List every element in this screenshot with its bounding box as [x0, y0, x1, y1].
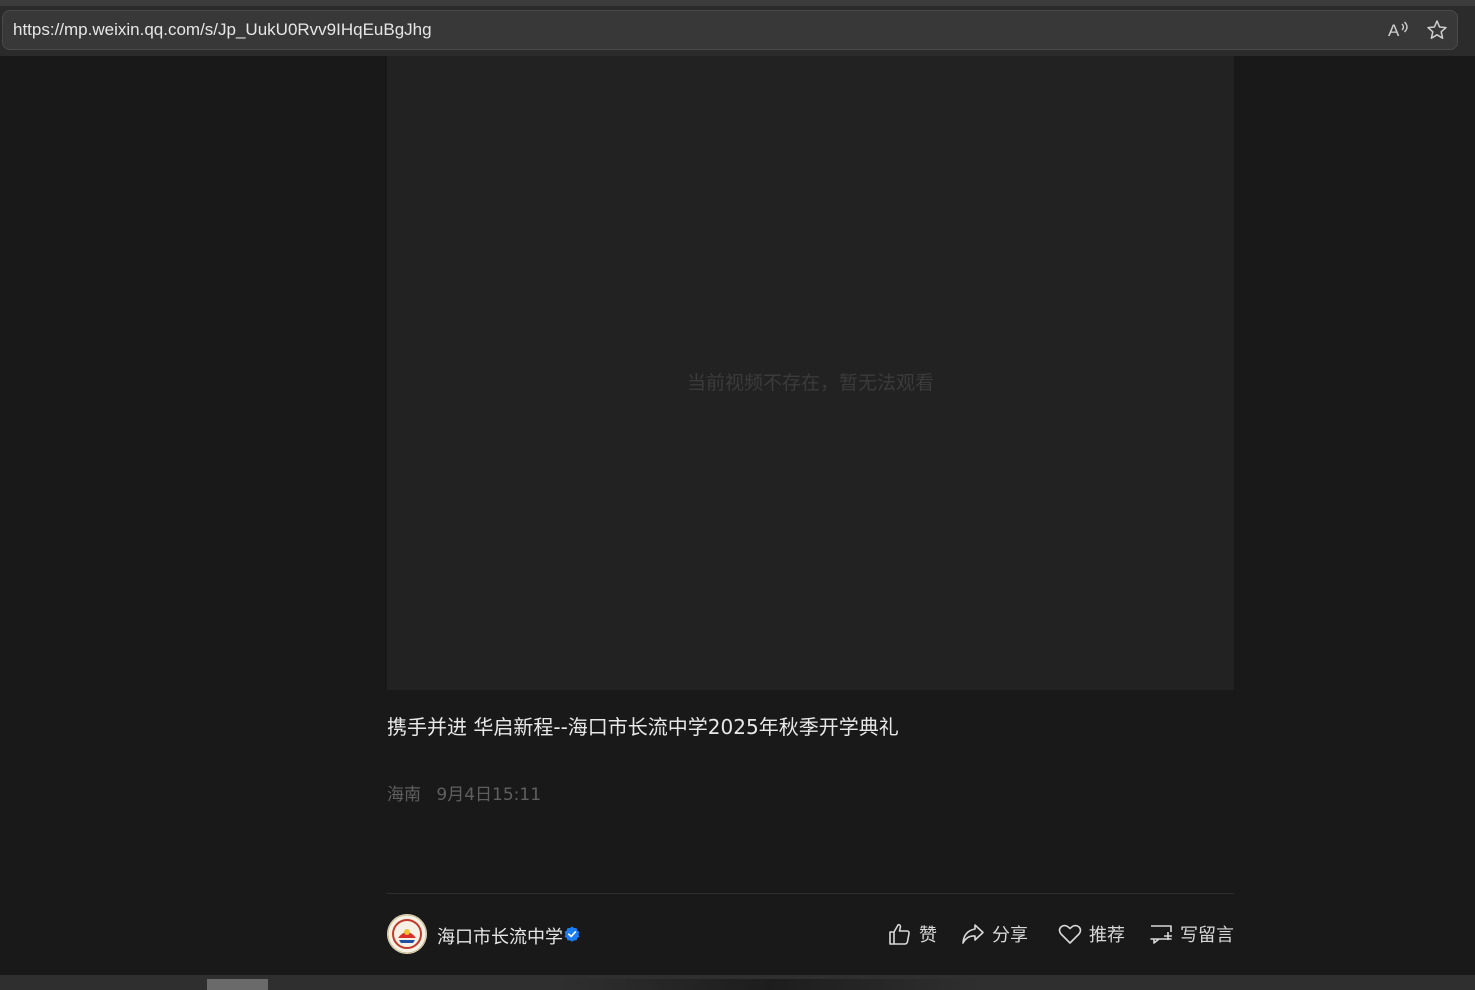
- account-avatar[interactable]: [387, 914, 427, 954]
- tab-strip: [0, 0, 1475, 6]
- thumbs-up-icon: [889, 923, 910, 945]
- share-icon: [962, 924, 984, 944]
- recommend-label: 推荐: [1089, 925, 1125, 946]
- article-location: 海南: [387, 785, 421, 805]
- url-text[interactable]: https://mp.weixin.qq.com/s/Jp_UukU0Rvv9I…: [13, 20, 432, 40]
- school-logo-icon: [387, 914, 427, 954]
- video-player[interactable]: 当前视频不存在，暂无法观看: [387, 56, 1234, 690]
- account-name[interactable]: 海口市长流中学: [437, 923, 563, 949]
- article-datetime: 9月4日15:11: [436, 785, 542, 805]
- star-icon[interactable]: [1426, 19, 1448, 41]
- recommend-button[interactable]: 推荐: [1057, 919, 1125, 949]
- article-title: 携手并进 华启新程--海口市长流中学2025年秋季开学典礼: [387, 715, 899, 739]
- article-footer: 海口市长流中学 赞 分享 推荐 写留言: [387, 914, 1234, 958]
- address-bar[interactable]: https://mp.weixin.qq.com/s/Jp_UukU0Rvv9I…: [2, 10, 1458, 50]
- like-label: 赞: [919, 925, 937, 946]
- comment-icon: [1150, 925, 1172, 944]
- taskbar-thumbnail[interactable]: [207, 979, 268, 990]
- write-comment-label: 写留言: [1180, 925, 1234, 946]
- article-page: 当前视频不存在，暂无法观看 携手并进 华启新程--海口市长流中学2025年秋季开…: [0, 56, 1475, 975]
- heart-icon: [1058, 924, 1082, 944]
- write-comment-button[interactable]: 写留言: [1148, 919, 1234, 949]
- verified-badge-icon: [564, 926, 580, 942]
- taskbar-strip: [0, 975, 1475, 990]
- article-meta: 海南 9月4日15:11: [387, 780, 551, 805]
- share-button[interactable]: 分享: [960, 919, 1028, 949]
- video-unavailable-message: 当前视频不存在，暂无法观看: [686, 372, 934, 394]
- taskbar-shade: [560, 979, 980, 990]
- share-label: 分享: [992, 925, 1028, 946]
- like-button[interactable]: 赞: [887, 919, 937, 949]
- divider: [387, 893, 1234, 894]
- browser-toolbar: https://mp.weixin.qq.com/s/Jp_UukU0Rvv9I…: [0, 0, 1475, 56]
- read-aloud-icon[interactable]: A: [1387, 19, 1409, 41]
- svg-text:A: A: [1388, 21, 1400, 40]
